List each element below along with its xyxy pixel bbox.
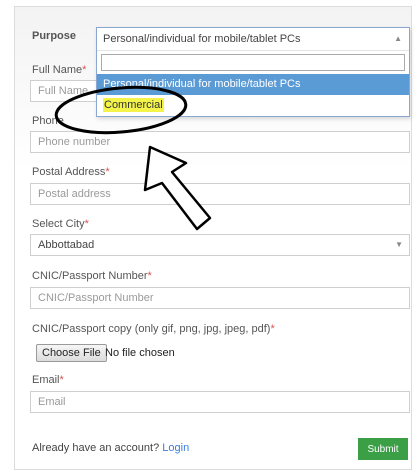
purpose-option-commercial[interactable]: Commercial [97,95,409,116]
cnic-number-input[interactable]: CNIC/Passport Number [30,287,410,309]
commercial-highlight: Commercial [103,98,164,112]
city-selected-value: Abbottabad [38,239,95,251]
choose-file-button[interactable]: Choose File [36,344,107,362]
email-label: Email* [32,374,64,386]
purpose-selected-value: Personal/individual for mobile/tablet PC… [103,33,301,45]
chevron-up-icon: ▲ [394,34,402,43]
city-select[interactable]: Abbottabad ▼ [30,234,410,256]
phone-label: Phone [32,115,64,127]
cnic-number-label: CNIC/Passport Number* [32,270,152,282]
postal-address-input[interactable]: Postal address [30,183,410,205]
select-city-label: Select City* [32,218,89,230]
file-status-text: No file chosen [105,347,175,359]
purpose-select[interactable]: Personal/individual for mobile/tablet PC… [97,28,409,51]
chevron-down-icon: ▼ [395,240,403,249]
postal-address-label: Postal Address* [32,166,110,178]
login-link[interactable]: Login [162,442,189,454]
email-input[interactable]: Email [30,391,410,413]
full-name-label: Full Name* [32,64,87,76]
cnic-copy-label: CNIC/Passport copy (only gif, png, jpg, … [32,323,275,335]
purpose-dropdown[interactable]: Personal/individual for mobile/tablet PC… [96,27,410,117]
purpose-option-personal[interactable]: Personal/individual for mobile/tablet PC… [97,74,409,95]
phone-input[interactable]: Phone number [30,131,410,153]
purpose-search-input[interactable] [101,54,405,71]
submit-button[interactable]: Submit [358,438,408,460]
purpose-label: Purpose [32,30,77,42]
account-prompt: Already have an account? Login [32,442,190,454]
